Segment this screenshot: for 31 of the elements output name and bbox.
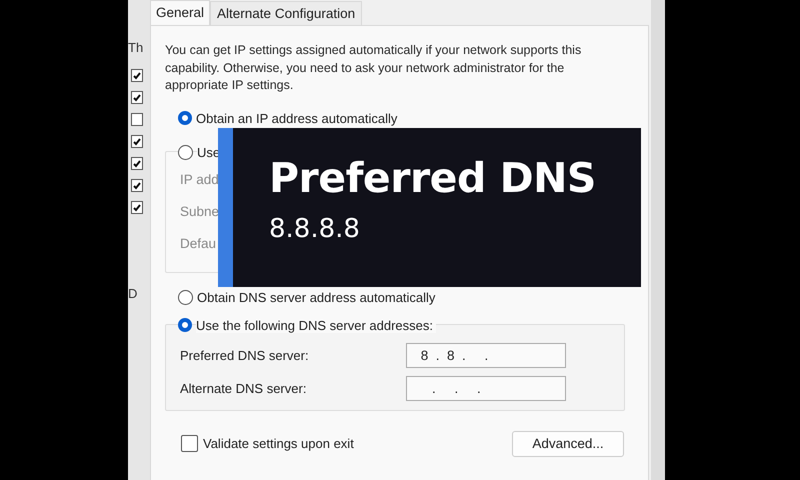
caption-title: Preferred DNS	[269, 154, 597, 202]
checkbox[interactable]	[181, 435, 198, 452]
checkbox[interactable]	[131, 91, 143, 104]
field-label: Alternate DNS server:	[180, 380, 308, 396]
window-text: Th	[128, 40, 144, 55]
field-label: IP add	[180, 172, 220, 186]
checkbox[interactable]	[131, 135, 143, 148]
ip-address-field[interactable]: . . .	[406, 376, 566, 400]
field-label: Defau	[180, 236, 218, 250]
window-text: D	[128, 286, 138, 301]
radio-button[interactable]	[178, 318, 192, 332]
ip-address-field[interactable]: 8 . 8 . .	[406, 342, 566, 368]
radio-button[interactable]	[178, 144, 193, 160]
checkbox[interactable]	[131, 69, 143, 82]
checkbox[interactable]	[131, 179, 143, 192]
advanced-button[interactable]: Advanced...	[512, 430, 624, 456]
tab[interactable]: Alternate Configuration	[210, 1, 362, 25]
radio-button[interactable]	[178, 111, 192, 125]
tab[interactable]: General	[150, 0, 210, 25]
description-text: You can get IP settings assigned automatically if your network supports this capability. Otherwise, you need to ask your network administrator for the appropriate IP settings.	[165, 42, 582, 94]
radio-button[interactable]	[178, 290, 193, 304]
radio-label: Obtain an IP address automatically	[196, 110, 400, 126]
field-label: Subne	[180, 204, 220, 218]
checkbox[interactable]	[131, 157, 143, 170]
radio-label: Obtain DNS server address automatically	[197, 290, 438, 304]
checkbox[interactable]	[131, 201, 143, 214]
caption-subtitle: 8.8.8.8	[269, 214, 361, 244]
field-label: Preferred DNS server:	[180, 348, 310, 362]
radio-label: Use the following DNS server addresses:	[196, 318, 436, 332]
checkbox[interactable]	[131, 113, 143, 126]
checkbox-label: Validate settings upon exit	[203, 436, 354, 451]
